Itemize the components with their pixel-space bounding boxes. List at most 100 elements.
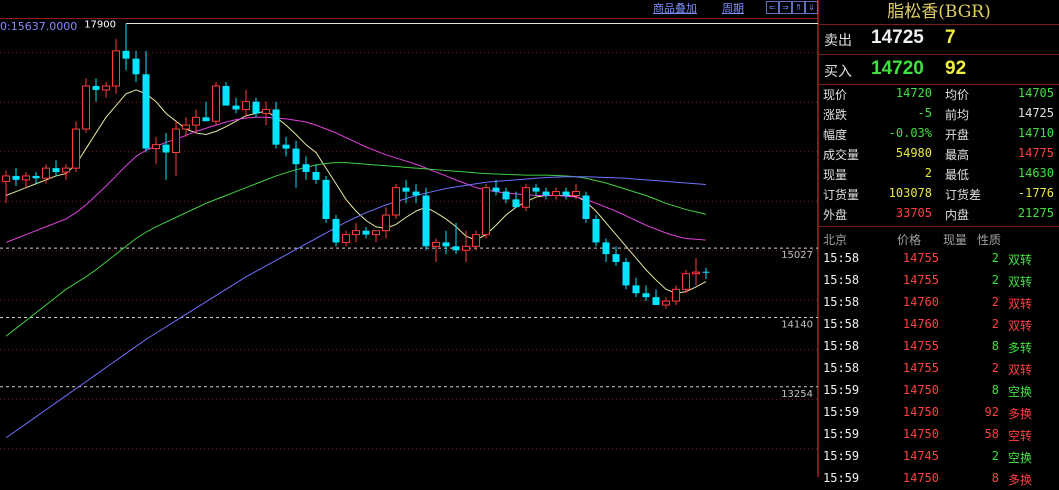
candle-body: [182, 124, 190, 130]
nav-right-button[interactable]: ⇒: [779, 1, 792, 14]
candle-body: [672, 288, 680, 302]
nav-down-button[interactable]: ⇓: [805, 1, 818, 14]
candle-body: [232, 105, 240, 110]
candle-body: [512, 199, 520, 208]
candle-body: [642, 293, 650, 298]
tick-row[interactable]: 15:59 14750 8 多换: [819, 468, 1059, 490]
tick-time: 15:59: [823, 383, 860, 397]
candle-body: [72, 128, 80, 169]
candle-body: [372, 230, 380, 236]
tick-volume: 8: [991, 471, 999, 485]
buy-price: 14720: [871, 58, 924, 79]
tick-row[interactable]: 15:59 14750 58 空转: [819, 424, 1059, 446]
stat-label: 开盘: [945, 128, 970, 142]
tick-row[interactable]: 15:58 14755 2 双转: [819, 248, 1059, 270]
candle-body: [212, 85, 220, 122]
info-readout: 0:15637.0000: [0, 20, 78, 33]
tick-price: 14750: [902, 427, 939, 441]
tick-row[interactable]: 15:58 14760 2 双转: [819, 314, 1059, 336]
candle-body: [52, 168, 60, 173]
stat-value: 103078: [888, 186, 932, 200]
buy-label: 买入: [824, 64, 852, 80]
candle-body: [352, 230, 360, 236]
tick-row[interactable]: 15:58 14755 8 多转: [819, 336, 1059, 358]
stat-value: 33705: [895, 206, 932, 220]
period-link[interactable]: 周期: [722, 0, 744, 16]
overlay-commodity-link[interactable]: 商品叠加: [653, 0, 697, 16]
nav-left-button[interactable]: ⇐: [766, 1, 779, 14]
candle-body: [92, 86, 100, 90]
kline-svg[interactable]: 15027 14140 13254 17900: [0, 0, 818, 477]
tick-volume: 2: [991, 295, 999, 309]
candle-body: [442, 242, 450, 247]
candle-body: [272, 109, 280, 145]
tick-price: 14745: [902, 449, 939, 463]
stat-label: 涨跌: [823, 108, 848, 122]
candle-body: [362, 230, 370, 235]
tick-row[interactable]: 15:58 14755 2 双转: [819, 358, 1059, 380]
candle-body: [382, 214, 390, 232]
stat-label: 外盘: [823, 208, 848, 222]
kline-chart[interactable]: 15027 14140 13254 17900 商品叠加 周期 ⇐ ⇒ ⇑ ⇓ 0:1…: [0, 0, 818, 477]
instrument-title: 脂松香(BGR): [887, 2, 991, 22]
candle-body: [632, 285, 640, 294]
tick-time: 15:58: [823, 295, 860, 309]
candle-body: [332, 218, 340, 243]
tick-time: 15:59: [823, 449, 860, 463]
candle-body: [122, 50, 130, 59]
tick-time: 15:58: [823, 273, 860, 287]
tick-price: 14750: [902, 471, 939, 485]
tick-volume: 2: [991, 251, 999, 265]
tick-nature: 双转: [1008, 275, 1033, 289]
candle-body: [152, 144, 160, 150]
candle-body: [452, 246, 460, 251]
tick-nature: 多换: [1008, 407, 1033, 421]
tick-row[interactable]: 15:59 14750 92 多换: [819, 402, 1059, 424]
tick-time: 15:58: [823, 361, 860, 375]
tick-nature: 空换: [1008, 451, 1033, 465]
stat-label: 均价: [945, 88, 970, 102]
divider: [819, 84, 1059, 85]
tick-volume: 92: [984, 405, 999, 419]
candle-body: [302, 164, 310, 173]
candle-body: [532, 187, 540, 192]
candle-body: [602, 242, 610, 255]
candle-body: [32, 175, 40, 179]
nav-up-button[interactable]: ⇑: [792, 1, 805, 14]
ma-line: [5, 176, 707, 439]
candle-body: [562, 191, 570, 196]
candle-body: [82, 85, 90, 130]
candle-body: [12, 175, 20, 180]
stat-label: 幅度: [823, 128, 848, 142]
tick-row[interactable]: 15:58 14755 2 双转: [819, 270, 1059, 292]
tick-row[interactable]: 15:58 14760 2 双转: [819, 292, 1059, 314]
candle-body: [622, 261, 630, 286]
candle-body: [652, 297, 660, 305]
tick-volume: 2: [991, 273, 999, 287]
stat-value: 14775: [1017, 146, 1054, 160]
candle-body: [132, 58, 140, 75]
tick-price: 14755: [902, 251, 939, 265]
candle-body: [572, 191, 580, 196]
tick-time: 15:58: [823, 339, 860, 353]
candle-body: [142, 74, 150, 149]
tick-nature: 双转: [1008, 319, 1033, 333]
tick-nature: 双转: [1008, 363, 1033, 377]
stat-value: 14630: [1017, 166, 1054, 180]
max-marker-label: 17900: [84, 19, 116, 30]
candle-body: [62, 167, 70, 173]
y-tick-label: 14140: [781, 319, 813, 330]
tick-time: 15:59: [823, 471, 860, 485]
tick-volume: 8: [991, 339, 999, 353]
candle-body: [432, 241, 440, 247]
ma-line: [5, 89, 707, 294]
quote-panel: 脂松香(BGR) 卖出 14725 7 买入 14720 92 现价 14720 均…: [818, 0, 1059, 487]
candle-body: [592, 218, 600, 243]
sell-label: 卖出: [824, 33, 852, 49]
tick-row[interactable]: 15:59 14745 2 空换: [819, 446, 1059, 468]
tick-time: 15:58: [823, 317, 860, 331]
tick-row[interactable]: 15:59 14750 8 空换: [819, 380, 1059, 402]
tick-price: 14755: [902, 273, 939, 287]
tick-volume: 2: [991, 317, 999, 331]
stat-value: 54980: [895, 146, 932, 160]
